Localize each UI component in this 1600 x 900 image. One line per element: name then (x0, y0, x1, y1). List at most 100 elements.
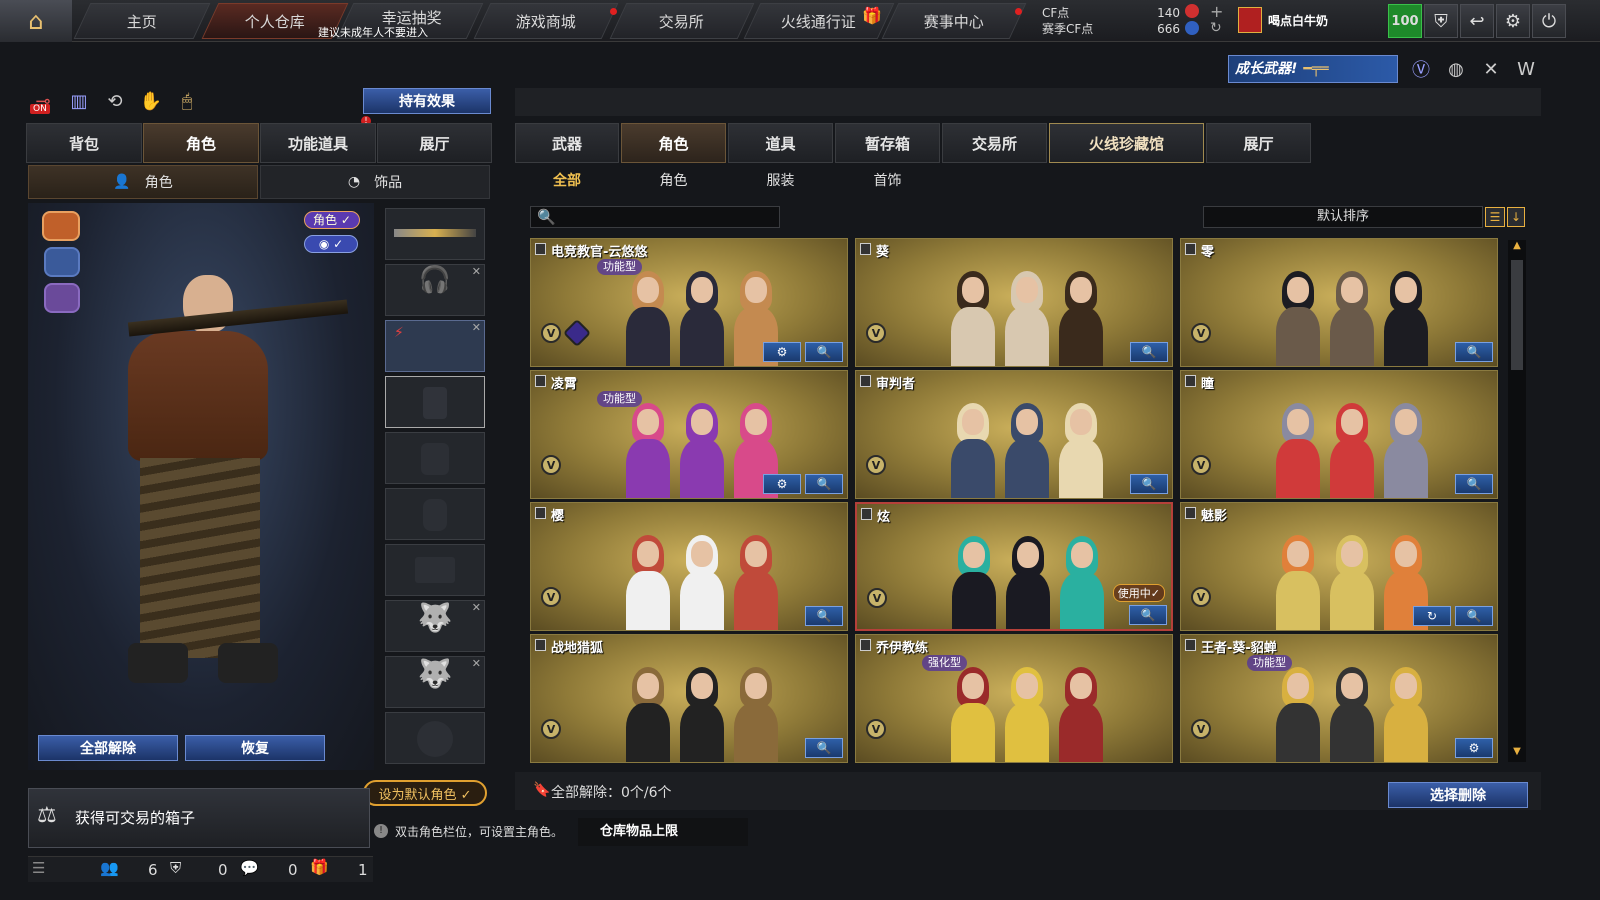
tab-functional-items[interactable]: 功能道具 (260, 123, 376, 163)
bookmark-icon[interactable] (535, 639, 546, 651)
mouse-icon[interactable]: 🖱 (174, 88, 200, 114)
close-icon[interactable]: ✕ (472, 601, 481, 614)
pose-icon[interactable]: ✋ (138, 88, 164, 114)
slot-wolf-silver[interactable]: 🐺 ✕ (385, 656, 485, 708)
shield-small-icon[interactable]: ⛨ (170, 859, 181, 877)
character-card[interactable]: 炫 V 使用中✓ 🔍 (855, 502, 1173, 631)
fox-emblem-icon[interactable] (42, 211, 80, 241)
add-icon[interactable]: + (1210, 2, 1223, 21)
settings-icon[interactable]: ⚙ (1455, 738, 1493, 758)
crossed-weapons-icon[interactable]: ✕ (1478, 56, 1504, 82)
magnify-icon[interactable]: 🔍 (1455, 342, 1493, 362)
magnify-icon[interactable]: 🔍 (1130, 474, 1168, 494)
character-card[interactable]: 瞳 V 🔍 (1180, 370, 1498, 499)
character-card[interactable]: 葵 V 🔍 (855, 238, 1173, 367)
purple-emblem-icon[interactable] (44, 283, 80, 313)
character-card[interactable]: 王者-葵-貂蝉 功能型 V ⚙ (1180, 634, 1498, 763)
scroll-down-icon[interactable]: ▼ (1508, 746, 1526, 762)
close-icon[interactable]: ✕ (472, 321, 481, 334)
refresh-icon[interactable]: ↻ (1413, 606, 1451, 626)
chat-icon[interactable]: 💬 (240, 859, 259, 877)
shield-icon[interactable]: ⛨ (1424, 4, 1458, 38)
slot-ring[interactable] (385, 712, 485, 764)
character-card[interactable]: 樱 V 🔍 (530, 502, 848, 631)
character-card[interactable]: 审判者 V 🔍 (855, 370, 1173, 499)
gift-box-icon[interactable]: 🎁 (310, 858, 329, 876)
storage-limit-button[interactable]: 仓库物品上限 (578, 818, 748, 846)
bookmark-icon[interactable] (1185, 243, 1196, 255)
sort-direction-icon[interactable]: ↓ (1507, 207, 1525, 227)
character-card[interactable]: 战地猎狐 V 🔍 (530, 634, 848, 763)
refresh-icon[interactable]: ↻ (1210, 20, 1222, 36)
settings-icon[interactable]: ⚙ (763, 474, 801, 494)
character-card[interactable]: 乔伊教练 强化型 V (855, 634, 1173, 763)
role-badge[interactable]: 角色 ✓ (304, 211, 360, 229)
slot-weapon[interactable] (385, 208, 485, 260)
subtab-accessory[interactable]: ◔ 饰品 (260, 165, 490, 199)
filter-character[interactable]: 角色 (621, 163, 726, 197)
bookmark-icon[interactable] (860, 375, 871, 387)
magnify-icon[interactable]: 🔍 (1455, 474, 1493, 494)
w-emblem-icon[interactable]: W (1513, 56, 1539, 82)
sort-dropdown[interactable]: 默认排序 (1203, 206, 1483, 228)
tab-exchange[interactable]: 交易所 (942, 123, 1047, 163)
bookmark-icon[interactable] (1185, 507, 1196, 519)
slot-effect[interactable]: ⚡ ✕ (385, 320, 485, 372)
nav-tab-home[interactable]: 主页 (73, 3, 211, 39)
filter-all[interactable]: 全部 (515, 163, 619, 197)
magnify-icon[interactable]: 🔍 (805, 474, 843, 494)
bookmark-icon[interactable] (1185, 375, 1196, 387)
bookmark-icon[interactable] (860, 243, 871, 255)
filter-jewelry[interactable]: 首饰 (835, 163, 940, 197)
tab-characters[interactable]: 角色 (621, 123, 726, 163)
character-card[interactable]: 电竞教官-云悠悠 功能型 V ⚙ 🔍 (530, 238, 848, 367)
tab-showroom[interactable]: 展厅 (377, 123, 492, 163)
tab-character[interactable]: 角色 (143, 123, 259, 163)
filter-clothing[interactable]: 服装 (728, 163, 833, 197)
gear-icon[interactable]: ⚙ (1496, 4, 1530, 38)
slot-belt[interactable] (385, 544, 485, 596)
close-icon[interactable]: ✕ (472, 265, 481, 278)
bookmark-icon[interactable] (535, 507, 546, 519)
bookmark-icon[interactable] (535, 243, 546, 255)
tab-backpack[interactable]: 背包 (26, 123, 142, 163)
visibility-toggle[interactable]: ◉ ✓ (304, 235, 358, 253)
scrollbar[interactable]: ▲ ▼ (1508, 240, 1526, 762)
held-effects-button[interactable]: 持有效果 (363, 88, 491, 114)
slot-armor[interactable] (385, 432, 485, 484)
tab-collection-hall[interactable]: 火线珍藏馆 (1049, 123, 1204, 163)
magnify-icon[interactable]: 🔍 (805, 738, 843, 758)
magnify-icon[interactable]: 🔍 (1455, 606, 1493, 626)
magnify-icon[interactable]: 🔍 (1129, 605, 1167, 625)
scroll-thumb[interactable] (1511, 260, 1523, 370)
slot-headset[interactable]: 🎧 ✕ (385, 264, 485, 316)
magnify-icon[interactable]: 🔍 (805, 342, 843, 362)
select-delete-button[interactable]: 选择删除 (1388, 782, 1528, 808)
close-icon[interactable]: ✕ (472, 657, 481, 670)
power-icon[interactable]: ⏻ (1532, 4, 1566, 38)
nav-tab-shop[interactable]: 游戏商城 (473, 3, 619, 39)
bookmark-icon[interactable] (1185, 639, 1196, 651)
bookmark-icon[interactable] (860, 639, 871, 651)
bookmark-icon[interactable] (861, 508, 872, 520)
settings-icon[interactable]: ⚙ (763, 342, 801, 362)
character-preview[interactable]: 角色 ✓ ◉ ✓ (28, 203, 374, 770)
list-view-icon[interactable]: ☰ (1485, 207, 1505, 227)
slot-wolf-gold[interactable]: 🐺 ✕ (385, 600, 485, 652)
home-button[interactable]: ⌂ (0, 0, 72, 42)
tab-storage-box[interactable]: 暂存箱 (835, 123, 940, 163)
rotate-icon[interactable]: ⟲ (102, 88, 128, 114)
character-card[interactable]: 凌霄 功能型 V ⚙ 🔍 (530, 370, 848, 499)
tab-showroom-right[interactable]: 展厅 (1206, 123, 1311, 163)
character-card[interactable]: 魅影 V ↻ 🔍 (1180, 502, 1498, 631)
v-emblem-icon[interactable]: Ⓥ (1408, 56, 1434, 82)
search-input[interactable] (557, 208, 775, 226)
globe-icon[interactable]: ◍ (1443, 56, 1469, 82)
character-card[interactable]: 零 V 🔍 (1180, 238, 1498, 367)
set-default-character-button[interactable]: 设为默认角色 ✓ (363, 780, 487, 806)
slot-bag[interactable] (385, 488, 485, 540)
nav-tab-exchange[interactable]: 交易所 (609, 3, 755, 39)
nav-tab-tournament[interactable]: 赛事中心 (881, 3, 1027, 39)
tab-items[interactable]: 道具 (728, 123, 833, 163)
search-box[interactable]: 🔍 (530, 206, 780, 228)
